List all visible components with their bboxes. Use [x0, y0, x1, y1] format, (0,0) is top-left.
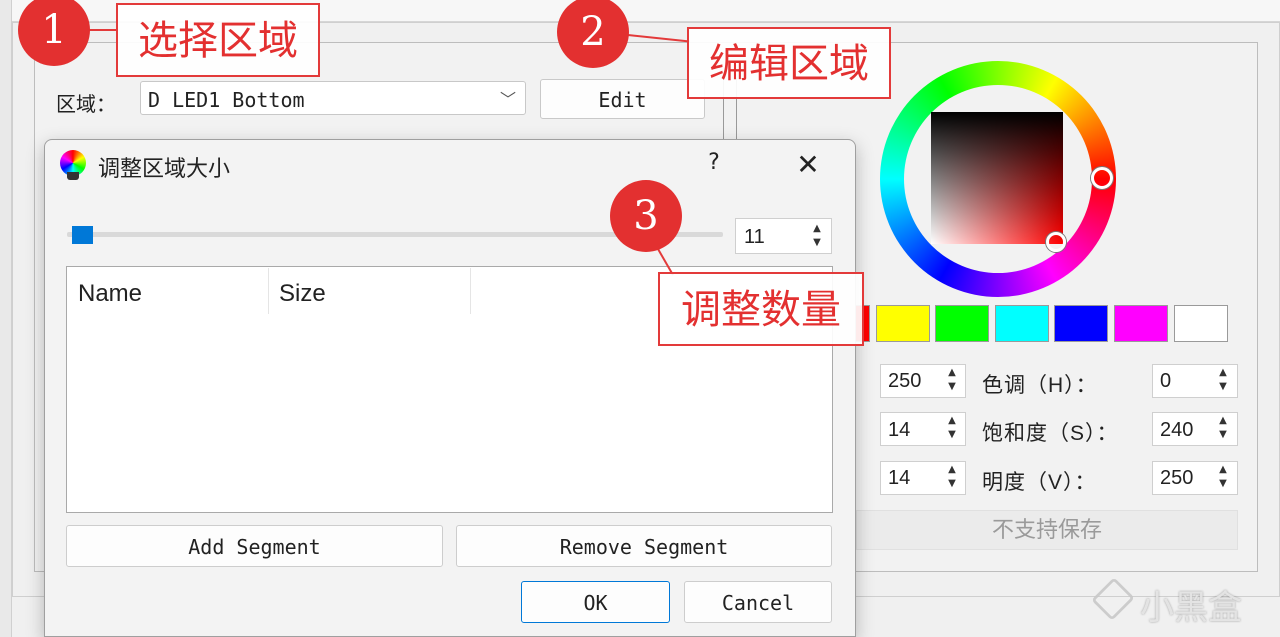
chevron-down-icon[interactable]: ﹀	[500, 86, 516, 110]
rgb-value-1: 250	[888, 370, 922, 392]
swatch-cyan[interactable]	[995, 305, 1049, 342]
column-separator	[268, 268, 269, 314]
hue-label: 色调（H）：	[982, 374, 1098, 397]
window-left-edge	[0, 0, 12, 637]
saturation-value-handle[interactable]	[1046, 232, 1066, 252]
close-icon[interactable]: ✕	[792, 148, 824, 182]
value-value: 250	[1160, 467, 1194, 489]
swatch-green[interactable]	[935, 305, 989, 342]
spin-arrows-icon[interactable]: ▲ ▼	[1214, 366, 1232, 396]
remove-segment-button[interactable]: Remove Segment	[456, 525, 832, 567]
swatch-white[interactable]	[1174, 305, 1228, 342]
swatch-blue[interactable]	[1054, 305, 1108, 342]
rgb-value-3: 14	[888, 467, 911, 489]
saturation-value: 240	[1160, 419, 1194, 441]
saturation-value-square[interactable]	[931, 112, 1063, 244]
column-header-size[interactable]: Size	[279, 280, 326, 308]
segment-count-value: 11	[744, 226, 765, 248]
add-segment-button[interactable]: Add Segment	[66, 525, 443, 567]
value-label: 明度（V）：	[982, 471, 1097, 494]
spin-arrows-icon[interactable]: ▲ ▼	[808, 222, 826, 252]
spin-arrows-icon[interactable]: ▲ ▼	[1214, 463, 1232, 493]
dialog-title: 调整区域大小	[98, 156, 231, 181]
annotation-label-1: 选择区域	[116, 3, 320, 77]
zone-select-value: D LED1 Bottom	[148, 88, 305, 112]
help-button[interactable]: ?	[702, 150, 726, 180]
ok-button[interactable]: OK	[521, 581, 670, 623]
swatch-magenta[interactable]	[1114, 305, 1168, 342]
spin-arrows-icon[interactable]: ▲ ▼	[943, 463, 961, 493]
annotation-label-3: 调整数量	[658, 272, 864, 346]
column-separator	[470, 268, 471, 314]
saturation-label: 饱和度（S）：	[982, 422, 1119, 445]
annotation-label-2: 编辑区域	[687, 27, 891, 99]
annotation-connector	[88, 29, 116, 31]
save-button[interactable]: 不支持保存	[856, 510, 1238, 550]
annotation-badge-3: 3	[610, 180, 682, 252]
zone-label: 区域：	[56, 94, 116, 116]
spin-arrows-icon[interactable]: ▲ ▼	[943, 366, 961, 396]
segment-slider-handle[interactable]	[72, 226, 93, 244]
rgb-value-2: 14	[888, 419, 911, 441]
column-header-name[interactable]: Name	[78, 280, 142, 308]
cancel-button[interactable]: Cancel	[684, 581, 832, 623]
watermark: 小黑盒	[1140, 588, 1242, 628]
edit-button[interactable]: Edit	[540, 79, 705, 119]
spin-arrows-icon[interactable]: ▲ ▼	[1214, 414, 1232, 444]
bulb-base-icon	[67, 172, 79, 180]
hue-handle[interactable]	[1091, 167, 1113, 189]
hue-value: 0	[1160, 370, 1172, 392]
swatch-yellow[interactable]	[876, 305, 930, 342]
spin-arrows-icon[interactable]: ▲ ▼	[943, 414, 961, 444]
